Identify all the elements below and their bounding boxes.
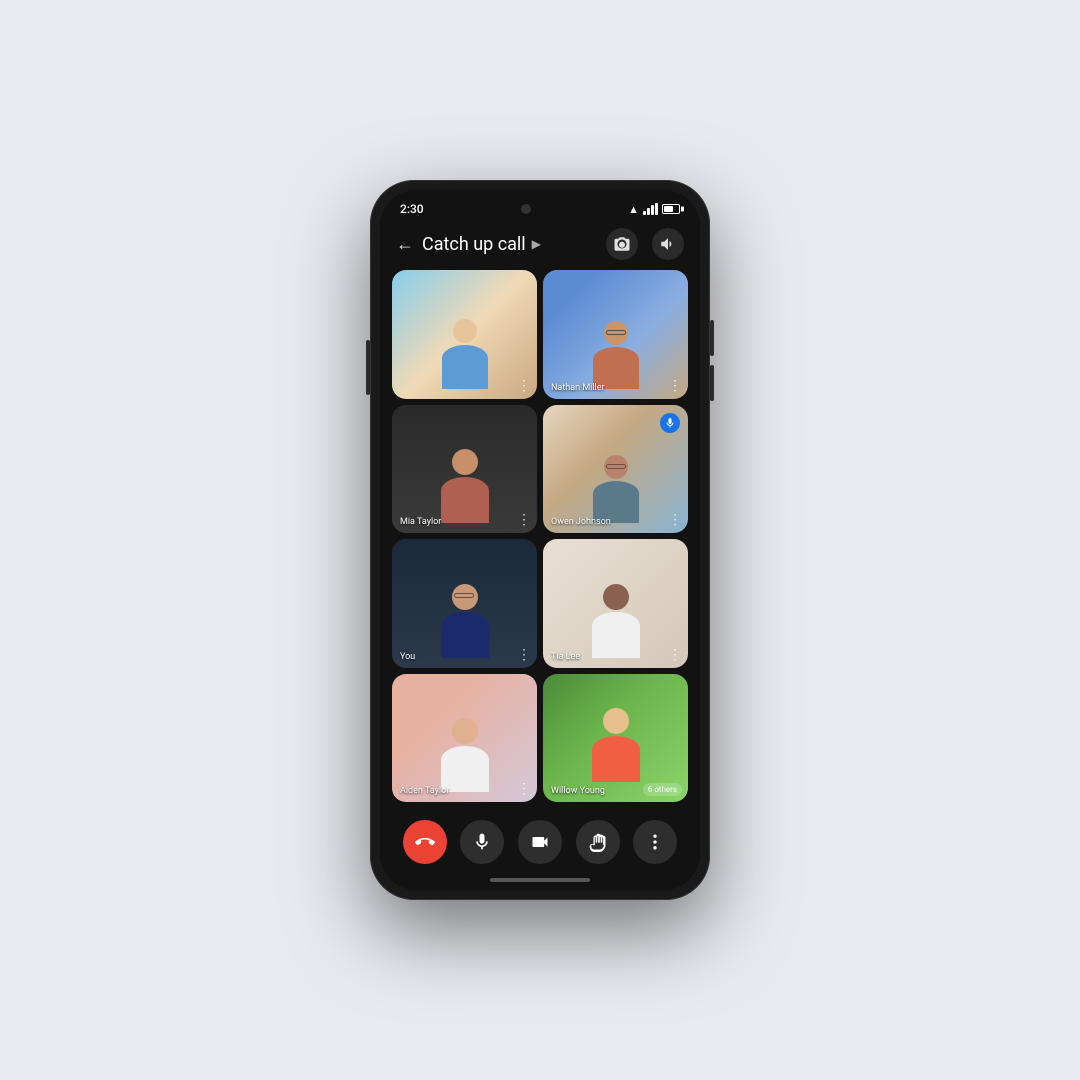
participant-5-name: You [400, 652, 415, 662]
participant-tile-4[interactable]: Owen Johnson ⋮ [543, 405, 688, 534]
power-button[interactable] [366, 340, 370, 395]
end-call-button[interactable] [403, 820, 447, 864]
camera-button[interactable] [518, 820, 562, 864]
call-controls [380, 810, 700, 878]
signal-icon [643, 203, 658, 215]
participant-tile-3[interactable]: Mia Taylor ⋮ [392, 405, 537, 534]
status-time: 2:30 [400, 202, 424, 216]
status-bar: 2:30 ▲ [380, 190, 700, 220]
participant-6-name: Tia Lee [551, 652, 580, 662]
tile-1-more-button[interactable]: ⋮ [517, 379, 531, 393]
tile-5-more-button[interactable]: ⋮ [517, 648, 531, 662]
speaker-icon [659, 235, 677, 253]
battery-icon [662, 204, 680, 214]
status-icons: ▲ [628, 203, 680, 216]
participant-tile-8[interactable]: Willow Young 6 others [543, 674, 688, 803]
phone-screen: 2:30 ▲ ← [380, 190, 700, 890]
tile-4-speaking-badge [660, 413, 680, 433]
participant-3-name: Mia Taylor [400, 517, 441, 527]
home-indicator[interactable] [490, 878, 590, 882]
participant-tile-1[interactable]: ⋮ [392, 270, 537, 399]
raise-hand-button[interactable] [576, 820, 620, 864]
call-header-left: ← Catch up call ▶ [396, 234, 541, 255]
tile-6-more-button[interactable]: ⋮ [668, 648, 682, 662]
tile-3-more-button[interactable]: ⋮ [517, 513, 531, 527]
tile-7-more-button[interactable]: ⋮ [517, 782, 531, 796]
speaking-icon [664, 417, 676, 429]
camera-icon [530, 832, 550, 852]
volume-down-button[interactable] [710, 365, 714, 401]
participant-tile-5[interactable]: You ⋮ [392, 539, 537, 668]
tile-2-more-button[interactable]: ⋮ [668, 379, 682, 393]
end-call-icon [415, 832, 435, 852]
participant-2-name: Nathan Miller [551, 383, 605, 393]
wifi-icon: ▲ [628, 203, 639, 216]
switch-camera-button[interactable] [606, 228, 638, 260]
call-header-right [606, 228, 684, 260]
volume-up-button[interactable] [710, 320, 714, 356]
call-header: ← Catch up call ▶ [380, 220, 700, 270]
speaker-button[interactable] [652, 228, 684, 260]
switch-camera-icon [613, 235, 631, 253]
call-title-row: Catch up call ▶ [422, 234, 541, 255]
phone-device: 2:30 ▲ ← [370, 180, 710, 900]
more-options-icon [645, 832, 665, 852]
raise-hand-icon [588, 832, 608, 852]
front-camera [521, 204, 531, 214]
tile-4-more-button[interactable]: ⋮ [668, 513, 682, 527]
mute-button[interactable] [460, 820, 504, 864]
participant-7-name: Aiden Taylor [400, 786, 449, 796]
participant-4-name: Owen Johnson [551, 517, 611, 527]
mute-icon [472, 832, 492, 852]
call-title: Catch up call [422, 234, 526, 255]
participant-tile-2[interactable]: Nathan Miller ⋮ [543, 270, 688, 399]
back-button[interactable]: ← [396, 234, 414, 255]
others-count-badge[interactable]: 6 others [643, 783, 682, 796]
participant-tile-6[interactable]: Tia Lee ⋮ [543, 539, 688, 668]
video-grid: ⋮ Nathan Miller ⋮ [380, 270, 700, 810]
participant-tile-7[interactable]: Aiden Taylor ⋮ [392, 674, 537, 803]
title-chevron-icon[interactable]: ▶ [532, 237, 541, 251]
more-options-button[interactable] [633, 820, 677, 864]
participant-8-name: Willow Young [551, 786, 605, 796]
